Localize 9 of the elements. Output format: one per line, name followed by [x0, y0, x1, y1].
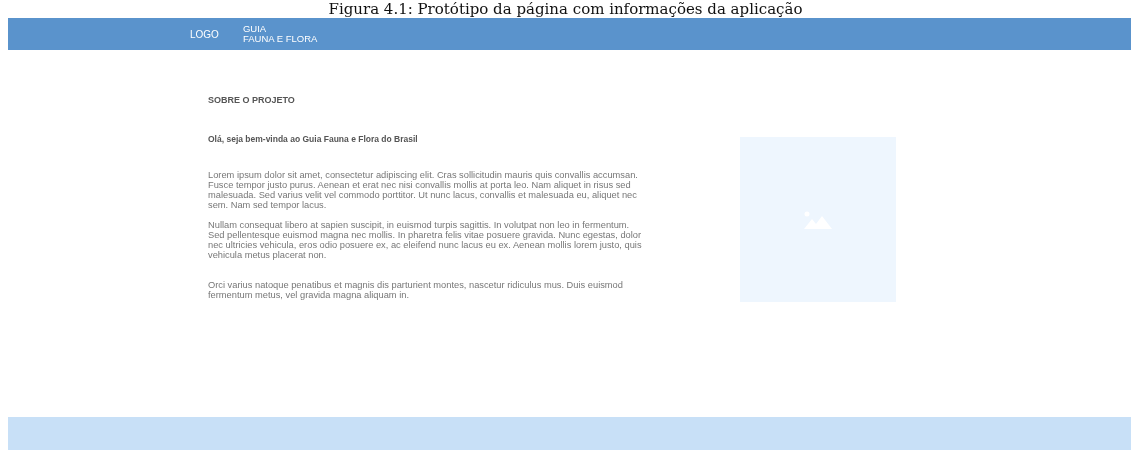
- body-paragraph: Orci varius natoque penatibus et magnis dis parturient montes, nascetur ridiculus mus. Duis euismod fermentum metus, vel gravida magna aliquam in.: [208, 280, 624, 300]
- logo[interactable]: LOGO: [190, 28, 219, 40]
- body-paragraph: Nullam consequat libero at sapien suscipit, in euismod turpis sagittis. In volutpat non leo in fermentum. Sed pellentesque euismod magna nec mollis. In pharetra felis vitae posuere gravida. Nunc egestas, dolor nec ultricies vehicula, eros odio posuere ex, ac eleifend nunc lacus eu ex. Aenean mollis lorem justo, quis vehicula metus placerat non.: [208, 220, 643, 260]
- greeting-heading: Olá, seja bem-vinda ao Guia Fauna e Flora do Brasil: [208, 134, 419, 144]
- brand-name: GUIA: [242, 24, 268, 34]
- brand-name: FAUNA E FLORA: [242, 34, 318, 44]
- section-title: SOBRE O PROJETO: [208, 95, 296, 105]
- figure-caption: Figura 4.1: Protótipo da página com informações da aplicação: [327, 0, 804, 18]
- body-paragraph: Lorem ipsum dolor sit amet, consectetur adipiscing elit. Cras sollicitudin mauris quis convallis accumsan. Fusce tempor justo purus. Aenean et erat nec nisi convallis mollis at porta leo. Nam aliquet in risus sed malesuada. Sed varius velit vel commodo porttitor. Ut nunc lacus, convallis et malesuada eu, aliquet nec sem. Nam sed tempor lacus.: [208, 170, 639, 210]
